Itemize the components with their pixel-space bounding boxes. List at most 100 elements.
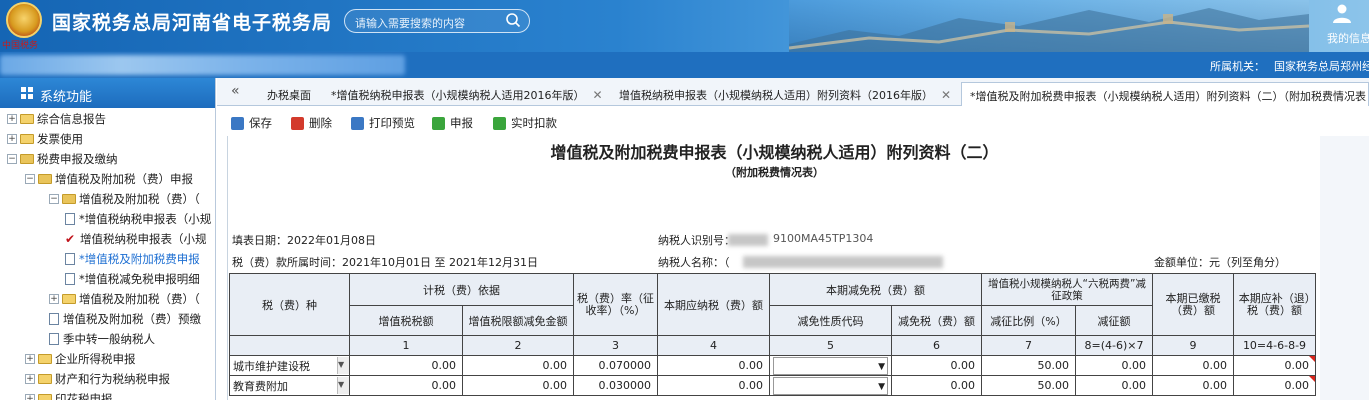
tree-node-info-report[interactable]: + 综合信息报告 — [7, 109, 106, 128]
header-refund: 本期应补（退）税（费）额 — [1233, 273, 1316, 336]
chevron-down-icon[interactable]: ▼ — [878, 362, 885, 372]
tree-node-surcharge[interactable]: *增值税及附加税费申报 — [65, 249, 216, 268]
tab-surcharge[interactable]: *增值税及附加税费申报表（小规模纳税人适用）附列资料（二）（附加税费情况表 — [961, 82, 1369, 106]
taxpayer-bar: 所属机关： 国家税务总局郑州经 — [0, 52, 1369, 78]
taxpayer-id-label: 纳税人识别号： — [658, 234, 735, 247]
cell-ratio: 50.00 — [981, 355, 1076, 376]
taxpayer-name-label: 纳税人名称：（ — [658, 256, 730, 269]
error-marker-icon — [1309, 376, 1315, 382]
tree-node-stamp[interactable]: + 印花税申报 — [25, 389, 113, 400]
cell-vat-limit[interactable]: 0.00 — [462, 375, 574, 396]
reduction-code-select[interactable]: ▼ — [769, 355, 892, 376]
tree-node-quarter[interactable]: 季中转一般纳税人 — [49, 329, 155, 348]
cell-vat-amount[interactable]: 0.00 — [349, 375, 463, 396]
error-marker-icon — [1309, 356, 1315, 362]
cell-paid[interactable]: 0.00 — [1152, 355, 1234, 376]
header-six-tax: 增值税小规模纳税人“六税两费”减征政策 — [981, 273, 1153, 306]
col-num — [229, 335, 350, 356]
row-tax-name[interactable]: 教育费附加 ▼ — [229, 375, 350, 396]
tree-node-vat-sub-2[interactable]: + 增值税及附加税（费）（ — [49, 289, 216, 308]
collapse-icon[interactable]: − — [49, 193, 59, 204]
check-icon — [432, 116, 445, 130]
expand-icon[interactable]: + — [49, 293, 59, 304]
folder-icon — [20, 113, 34, 124]
expand-icon[interactable]: + — [25, 393, 35, 400]
cell-reduction-amount[interactable]: 0.00 — [891, 355, 982, 376]
close-icon[interactable]: ✕ — [593, 88, 603, 102]
cell-vat-limit[interactable]: 0.00 — [462, 355, 574, 376]
chevron-down-icon[interactable]: ▼ — [337, 357, 349, 374]
col-num: 4 — [657, 335, 770, 356]
tree-node-vat-attach[interactable]: ✔ 增值税纳税申报表（小规 — [65, 229, 216, 248]
folder-icon — [20, 133, 34, 144]
site-title: 国家税务总局河南省电子税务局 — [52, 12, 333, 34]
tree-node-prepay[interactable]: 增值税及附加税（费）预缴 — [49, 309, 216, 328]
close-icon[interactable]: ✕ — [941, 88, 951, 102]
surcharge-table: 税（费）种 计税（费）依据 税（费）率（征收率）（%） 本期应纳税（费）额 本期… — [229, 273, 1316, 396]
folder-icon — [38, 393, 52, 400]
double-chevron-left-icon[interactable]: « — [231, 83, 240, 99]
tree-node-invoice[interactable]: + 发票使用 — [7, 129, 83, 148]
declare-button[interactable]: 申报 — [432, 115, 473, 131]
tax-emblem-icon — [6, 2, 42, 38]
cell-ratio: 50.00 — [981, 375, 1076, 396]
tree-node-property[interactable]: + 财产和行为税纳税申报 — [25, 369, 170, 388]
checkmark-icon: ✔ — [65, 231, 76, 246]
expand-icon[interactable]: + — [7, 113, 17, 124]
folder-open-icon — [20, 153, 34, 164]
chevron-down-icon[interactable]: ▼ — [337, 377, 349, 394]
form-title: 增值税及附加税费申报表（小规模纳税人适用）附列资料（二） — [550, 143, 999, 162]
document-icon — [49, 312, 59, 325]
tree-node-vat-form[interactable]: *增值税纳税申报表（小规 — [65, 209, 216, 228]
expand-icon[interactable]: + — [7, 133, 17, 144]
tab-bar: « 办税桌面 *增值税纳税申报表（小规模纳税人适用2016年版） ✕ 增值税纳税申… — [217, 78, 1369, 106]
delete-button[interactable]: 删除 — [291, 115, 332, 131]
header-vat-amount: 增值税税额 — [349, 305, 463, 336]
print-preview-button[interactable]: 打印预览 — [351, 115, 415, 131]
tree-node-vat-sub[interactable]: − 增值税及附加税（费）（ — [49, 189, 216, 208]
tree-node-reduction[interactable]: *增值税减免税申报明细 — [65, 269, 216, 288]
tree-node-tax-declare[interactable]: − 税费申报及缴纳 — [7, 149, 118, 168]
cell-refund: 0.00 — [1233, 375, 1316, 396]
save-button[interactable]: 保存 — [231, 115, 272, 131]
chevron-down-icon[interactable]: ▼ — [878, 382, 885, 392]
redacted-id — [728, 234, 768, 246]
col-num: 5 — [769, 335, 892, 356]
tab-vat-attach[interactable]: 增值税纳税申报表（小规模纳税人适用）附列资料（2016年版） ✕ — [619, 82, 951, 106]
folder-open-icon — [62, 193, 76, 204]
document-icon — [49, 332, 59, 345]
check-icon — [493, 116, 506, 130]
col-num: 10=4-6-8-9 — [1233, 335, 1316, 356]
org-label: 所属机关： — [1210, 60, 1265, 73]
row-tax-name[interactable]: 城市维护建设税 ▼ — [229, 355, 350, 376]
header-basis: 计税（费）依据 — [349, 273, 574, 306]
expand-icon[interactable]: + — [25, 373, 35, 384]
search-icon[interactable] — [505, 12, 521, 28]
search-input[interactable]: 请输入需要搜索的内容 — [344, 9, 530, 33]
reduction-code-select[interactable]: ▼ — [769, 375, 892, 396]
user-icon[interactable] — [1331, 2, 1353, 24]
tab-vat-form[interactable]: *增值税纳税申报表（小规模纳税人适用2016年版） ✕ — [331, 82, 603, 106]
col-num: 2 — [462, 335, 574, 356]
sidebar-title: 系统功能 — [40, 90, 93, 105]
header-rate: 税（费）率（征收率）（%） — [573, 273, 658, 336]
collapse-icon[interactable]: − — [25, 173, 35, 184]
table-row: 教育费附加 ▼ 0.00 0.00 0.030000 0.00 ▼ 0.00 50… — [229, 375, 1316, 396]
tree-node-cit[interactable]: + 企业所得税申报 — [25, 349, 136, 368]
expand-icon[interactable]: + — [25, 353, 35, 364]
header-ratio: 减征比例（%） — [981, 305, 1076, 336]
my-info-link[interactable]: 我的信息 — [1327, 30, 1369, 46]
tab-desktop[interactable]: 办税桌面 — [267, 82, 311, 106]
cell-reduced: 0.00 — [1075, 375, 1153, 396]
cell-reduction-amount[interactable]: 0.00 — [891, 375, 982, 396]
collapse-icon[interactable]: − — [7, 153, 17, 164]
cell-vat-amount[interactable]: 0.00 — [349, 355, 463, 376]
col-num: 8=(4-6)×7 — [1075, 335, 1153, 356]
great-wall-banner — [789, 0, 1309, 52]
header-reduction: 本期减免税（费）额 — [769, 273, 982, 306]
tree-node-vat[interactable]: − 增值税及附加税（费）申报 — [25, 169, 193, 188]
form-subtitle: （附加税费情况表） — [725, 166, 824, 179]
cell-paid[interactable]: 0.00 — [1152, 375, 1234, 396]
surcharge-form: 增值税及附加税费申报表（小规模纳税人适用）附列资料（二） （附加税费情况表） 填… — [227, 136, 1320, 400]
realtime-deduct-button[interactable]: 实时扣款 — [493, 115, 557, 131]
